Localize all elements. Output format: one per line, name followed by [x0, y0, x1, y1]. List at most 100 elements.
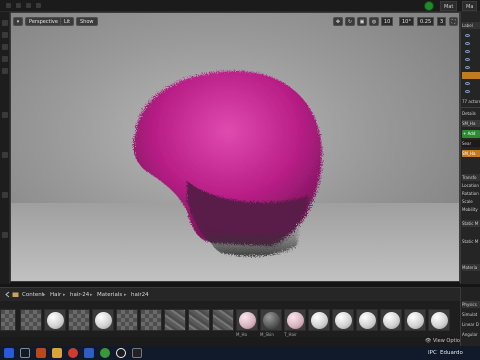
eye-icon[interactable]: [465, 34, 470, 37]
breadcrumb-hair24-current[interactable]: hair24: [131, 290, 149, 300]
static-mesh-header[interactable]: Static M: [462, 220, 480, 227]
scale-label: Scale: [462, 199, 473, 204]
perspective-button[interactable]: Perspective: [25, 17, 62, 26]
eye-icon[interactable]: [465, 82, 470, 85]
eye-icon[interactable]: [465, 58, 470, 61]
start-icon[interactable]: [4, 348, 14, 358]
scale-snap-value[interactable]: 0.25: [417, 17, 435, 26]
eye-icon[interactable]: [465, 90, 470, 93]
toolbar-icon[interactable]: [6, 3, 11, 8]
breadcrumb-materials[interactable]: Materials: [97, 290, 122, 300]
language-indicator[interactable]: IPC: [428, 348, 437, 358]
toolbar-icon[interactable]: [26, 3, 31, 8]
toolbar-icons: [6, 3, 41, 8]
toolbar-icon[interactable]: [16, 3, 21, 8]
asset-thumbnail[interactable]: [188, 309, 210, 331]
camera-speed-value[interactable]: 3: [437, 17, 447, 26]
asset-grid: M_Ha M_Skin T_Hair: [0, 301, 460, 337]
transform-header[interactable]: Transfo: [462, 174, 480, 181]
grid-snap-value[interactable]: 10: [381, 17, 394, 26]
breadcrumb-separator: ▸: [43, 292, 46, 298]
asset-thumbnail[interactable]: [0, 309, 16, 331]
show-button[interactable]: Show: [76, 17, 98, 26]
tool-icon[interactable]: [2, 192, 8, 198]
asset-thumbnail[interactable]: [116, 309, 138, 331]
materials-header[interactable]: Materia: [462, 264, 480, 271]
eye-icon[interactable]: [465, 42, 470, 45]
unreal-engine-icon[interactable]: [116, 348, 126, 358]
move-icon[interactable]: ✥: [333, 17, 343, 26]
asset-thumbnail[interactable]: [44, 309, 66, 331]
asset-thumbnail[interactable]: [284, 309, 306, 331]
rotate-icon[interactable]: ↻: [345, 17, 355, 26]
scale-icon[interactable]: ▣: [357, 17, 367, 26]
tool-icon[interactable]: [2, 44, 8, 50]
level-viewport[interactable]: ▾ Perspective Lit Show ✥ ↻ ▣ ◍ 10 10° 0.…: [10, 12, 460, 282]
app-icon[interactable]: [36, 348, 46, 358]
breadcrumb-hair24[interactable]: hair-24: [70, 290, 89, 300]
windows-taskbar: IPC Eduardo: [0, 346, 480, 360]
physics-header[interactable]: Physics: [462, 301, 480, 308]
asset-thumbnail[interactable]: [212, 309, 234, 331]
app-icon[interactable]: [132, 348, 142, 358]
linear-damping-label: Linear D: [462, 322, 479, 327]
eye-icon[interactable]: [465, 50, 470, 53]
browser-icon[interactable]: [100, 348, 110, 358]
asset-thumbnail[interactable]: [20, 309, 42, 331]
tab-material[interactable]: Mat: [440, 1, 458, 11]
search-components-input[interactable]: Sear: [462, 140, 480, 147]
tab-material-2[interactable]: Ma: [462, 1, 478, 11]
tool-icon[interactable]: [2, 32, 8, 38]
toolbar-icon[interactable]: [36, 3, 41, 8]
user-name[interactable]: Eduardo: [440, 348, 463, 358]
asset-thumbnail[interactable]: [92, 309, 114, 331]
asset-thumbnail[interactable]: [164, 309, 186, 331]
asset-thumbnail[interactable]: [140, 309, 162, 331]
app-icon[interactable]: [68, 348, 78, 358]
folder-icon[interactable]: [52, 348, 62, 358]
maximize-icon[interactable]: ⛶: [449, 17, 458, 26]
location-label: Location: [462, 183, 479, 188]
asset-thumbnail[interactable]: [404, 309, 426, 331]
tool-icon[interactable]: [2, 56, 8, 62]
asset-thumbnail[interactable]: [260, 309, 282, 331]
actor-name-field[interactable]: SM_Ha: [462, 120, 480, 127]
tool-icon[interactable]: [2, 20, 8, 26]
divider: [461, 107, 480, 108]
play-icon[interactable]: [424, 1, 434, 11]
asset-thumbnail[interactable]: [68, 309, 90, 331]
asset-thumbnail[interactable]: [308, 309, 330, 331]
back-icon[interactable]: [4, 291, 11, 298]
eye-icon[interactable]: [465, 66, 470, 69]
task-view-icon[interactable]: [20, 348, 30, 358]
asset-thumbnail[interactable]: [332, 309, 354, 331]
hair-mesh[interactable]: [111, 61, 341, 261]
folder-icon[interactable]: [12, 291, 19, 298]
breadcrumb-separator: ▸: [90, 292, 93, 298]
label-tab[interactable]: Label: [462, 22, 480, 29]
asset-thumbnail[interactable]: [356, 309, 378, 331]
viewport-menu-icon[interactable]: ▾: [13, 17, 23, 26]
eye-icon: 👁: [425, 338, 433, 344]
tool-icon[interactable]: [2, 232, 8, 238]
details-panel-lower: Physics Simulat Linear D Angular: [460, 287, 480, 346]
app-icon[interactable]: [84, 348, 94, 358]
static-mesh-label: Static M: [462, 239, 479, 244]
tool-icon[interactable]: [2, 68, 8, 74]
component-row[interactable]: SM_Ha: [462, 150, 480, 157]
rotation-snap-value[interactable]: 10°: [399, 17, 414, 26]
tool-icon[interactable]: [2, 152, 8, 158]
breadcrumb-content[interactable]: Content: [22, 290, 44, 300]
asset-thumbnail[interactable]: [380, 309, 402, 331]
tool-icon[interactable]: [2, 112, 8, 118]
lit-button[interactable]: Lit: [60, 17, 75, 26]
add-component-button[interactable]: + Add: [462, 130, 480, 138]
asset-thumbnail[interactable]: [236, 309, 258, 331]
selected-outliner-row[interactable]: [462, 72, 480, 79]
breadcrumb-hair[interactable]: Hair: [50, 290, 61, 300]
world-icon[interactable]: ◍: [369, 17, 379, 26]
mobility-label: Mobility: [462, 207, 478, 212]
search-details-input[interactable]: [462, 164, 480, 171]
rotation-label: Rotation: [462, 191, 479, 196]
asset-thumbnail[interactable]: [428, 309, 450, 331]
